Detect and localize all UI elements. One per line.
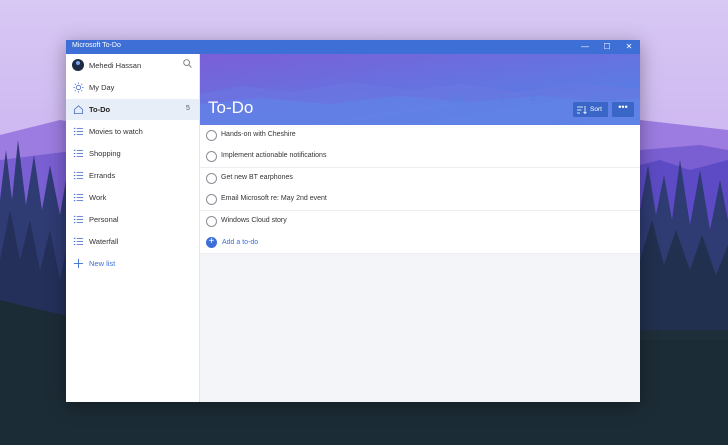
avatar[interactable] <box>72 59 84 71</box>
sidebar-item-label: My Day <box>89 83 115 92</box>
sidebar-item-waterfall[interactable]: Waterfall <box>66 231 199 252</box>
task-title: Email Microsoft re: May 2nd event <box>221 195 327 202</box>
task-row[interactable]: Implement actionable notifications <box>200 146 640 168</box>
task-checkbox[interactable] <box>206 151 217 162</box>
sidebar-item-movies-to-watch[interactable]: Movies to watch <box>66 121 199 142</box>
task-row[interactable]: Get new BT earphones <box>200 168 640 190</box>
sort-button[interactable]: Sort <box>573 102 608 117</box>
more-options-button[interactable]: ••• <box>612 102 634 117</box>
sidebar-item-label: Movies to watch <box>89 127 143 136</box>
task-title: Implement actionable notifications <box>221 152 327 159</box>
list-icon <box>73 193 84 202</box>
list-icon <box>73 237 84 246</box>
sidebar-item-my-day[interactable]: My Day <box>66 77 199 98</box>
list-icon <box>73 215 84 224</box>
search-icon[interactable] <box>183 59 192 68</box>
list-icon <box>73 171 84 180</box>
maximize-button[interactable]: ☐ <box>596 40 618 54</box>
profile-name: Mehedi Hassan <box>89 61 142 70</box>
app-window: Microsoft To-Do — ☐ ✕ Mehedi Hassan My D… <box>66 40 640 402</box>
list-icon <box>73 127 84 136</box>
sidebar-item-label: Waterfall <box>89 237 119 246</box>
sort-icon <box>577 106 587 114</box>
add-todo-input[interactable]: + Add a to-do <box>200 232 640 254</box>
list-icon <box>73 149 84 158</box>
list-title: To-Do <box>208 98 254 117</box>
sun-icon <box>73 82 84 93</box>
new-list-label: New list <box>89 259 116 268</box>
task-count-badge: 5 <box>186 105 190 112</box>
profile-header[interactable]: Mehedi Hassan <box>66 54 199 76</box>
task-title: Hands-on with Cheshire <box>221 131 296 138</box>
task-row[interactable]: Windows Cloud story <box>200 211 640 233</box>
sidebar-item-label: To-Do <box>89 105 111 114</box>
add-icon[interactable]: + <box>206 237 217 248</box>
new-list-button[interactable]: New list <box>66 253 199 274</box>
sidebar-item-shopping[interactable]: Shopping <box>66 143 199 164</box>
minimize-button[interactable]: — <box>574 40 596 54</box>
task-checkbox[interactable] <box>206 130 217 141</box>
close-button[interactable]: ✕ <box>618 40 640 54</box>
sidebar-item-label: Work <box>89 193 107 202</box>
sidebar-item-personal[interactable]: Personal <box>66 209 199 230</box>
task-title: Get new BT earphones <box>221 174 293 181</box>
sidebar: Mehedi Hassan My Day To-Do 5 Movies to w… <box>66 54 200 402</box>
sidebar-item-label: Personal <box>89 215 119 224</box>
home-icon <box>73 105 84 115</box>
sidebar-item-label: Shopping <box>89 149 121 158</box>
add-todo-placeholder: Add a to-do <box>222 239 259 246</box>
main-panel: To-Do Sort ••• Hands-on with Cheshire Im… <box>200 54 640 402</box>
window-title: Microsoft To-Do <box>72 42 121 49</box>
task-checkbox[interactable] <box>206 216 217 227</box>
sort-label: Sort <box>590 106 602 113</box>
task-row[interactable]: Email Microsoft re: May 2nd event <box>200 189 640 211</box>
sidebar-item-to-do[interactable]: To-Do 5 <box>66 99 199 120</box>
sidebar-item-errands[interactable]: Errands <box>66 165 199 186</box>
sidebar-item-label: Errands <box>89 171 116 180</box>
title-bar[interactable]: Microsoft To-Do — ☐ ✕ <box>66 40 640 54</box>
sidebar-item-work[interactable]: Work <box>66 187 199 208</box>
task-title: Windows Cloud story <box>221 217 287 224</box>
list-banner: To-Do Sort ••• <box>200 54 640 125</box>
task-checkbox[interactable] <box>206 194 217 205</box>
task-row[interactable]: Hands-on with Cheshire <box>200 125 640 147</box>
task-checkbox[interactable] <box>206 173 217 184</box>
plus-icon <box>73 258 84 269</box>
